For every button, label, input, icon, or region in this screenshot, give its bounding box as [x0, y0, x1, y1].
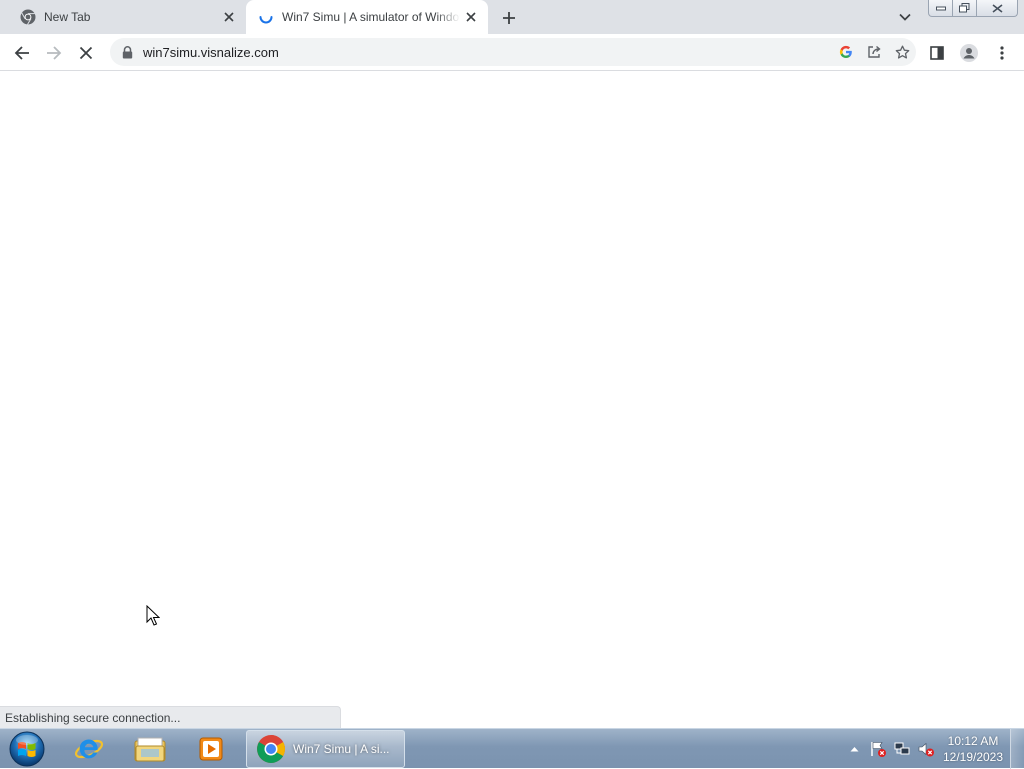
media-player-icon	[199, 737, 223, 761]
back-button[interactable]	[8, 39, 36, 67]
side-panel-icon	[930, 46, 944, 60]
browser-toolbar: win7simu.visnalize.com	[0, 34, 1024, 71]
show-desktop-button[interactable]	[1010, 729, 1024, 769]
taskbar-window-title: Win7 Simu | A si...	[293, 742, 390, 756]
notification-area	[842, 729, 938, 768]
new-tab-button[interactable]	[497, 6, 521, 30]
google-lens-icon[interactable]	[832, 38, 860, 66]
tab-win7-simu[interactable]: Win7 Simu | A simulator of Windows 7	[246, 0, 488, 34]
profile-button[interactable]	[955, 39, 983, 67]
chrome-icon	[20, 9, 36, 25]
start-button[interactable]	[7, 730, 47, 768]
tab-title: Win7 Simu | A simulator of Windows 7	[282, 10, 460, 24]
minimize-icon	[935, 6, 946, 11]
volume-muted-icon[interactable]	[914, 737, 938, 761]
bookmark-star-icon[interactable]	[888, 38, 916, 66]
chrome-taskbar-button[interactable]: Win7 Simu | A si...	[246, 730, 405, 768]
clock-time: 10:12 AM	[947, 734, 999, 748]
chevron-up-icon	[850, 746, 858, 751]
page-viewport	[0, 71, 1024, 728]
lock-icon[interactable]	[120, 45, 134, 59]
loading-spinner-icon	[259, 16, 273, 24]
share-icon[interactable]	[860, 38, 888, 66]
url-text[interactable]: win7simu.visnalize.com	[143, 45, 832, 60]
close-icon	[992, 3, 1002, 13]
mouse-cursor-icon	[146, 605, 160, 626]
tab-title: New Tab	[44, 10, 91, 24]
chrome-icon	[257, 735, 285, 763]
internet-explorer-pinned[interactable]	[63, 730, 115, 768]
tab-search-button[interactable]	[893, 7, 917, 27]
close-tab-icon[interactable]	[460, 6, 482, 28]
windows-logo-icon	[9, 731, 45, 767]
window-caption-buttons	[928, 0, 1024, 18]
arrow-left-icon	[14, 46, 29, 60]
close-window-button[interactable]	[977, 0, 1018, 17]
internet-explorer-icon	[74, 739, 104, 759]
forward-button[interactable]	[40, 39, 68, 67]
chevron-down-icon	[899, 13, 911, 21]
restore-icon	[959, 3, 970, 13]
close-tab-icon[interactable]	[218, 6, 240, 28]
taskbar: Win7 Simu | A si... 10:12 AM 12/19/2023	[0, 728, 1024, 769]
arrow-right-icon	[47, 46, 62, 60]
address-bar[interactable]: win7simu.visnalize.com	[110, 38, 916, 66]
tab-strip: New Tab Win7 Simu | A simulator of Windo…	[0, 0, 1024, 34]
minimize-button[interactable]	[928, 0, 953, 17]
tab-new-tab[interactable]: New Tab	[0, 0, 246, 34]
menu-button[interactable]	[988, 39, 1016, 67]
stop-loading-button[interactable]	[72, 39, 100, 67]
side-panel-button[interactable]	[923, 39, 951, 67]
system-clock[interactable]: 10:12 AM 12/19/2023	[938, 733, 1008, 765]
show-hidden-icons-button[interactable]	[842, 737, 866, 761]
windows-explorer-icon	[134, 737, 166, 762]
media-player-pinned[interactable]	[185, 730, 237, 768]
network-icon[interactable]	[890, 737, 914, 761]
windows-explorer-pinned[interactable]	[124, 730, 176, 768]
more-vert-icon	[1000, 46, 1004, 60]
close-icon	[79, 46, 93, 60]
avatar-icon	[960, 44, 978, 62]
action-center-flag-icon[interactable]	[866, 737, 890, 761]
clock-date: 12/19/2023	[942, 750, 1004, 764]
restore-button[interactable]	[953, 0, 977, 17]
status-bubble: Establishing secure connection...	[0, 706, 341, 728]
plus-icon	[503, 12, 515, 24]
